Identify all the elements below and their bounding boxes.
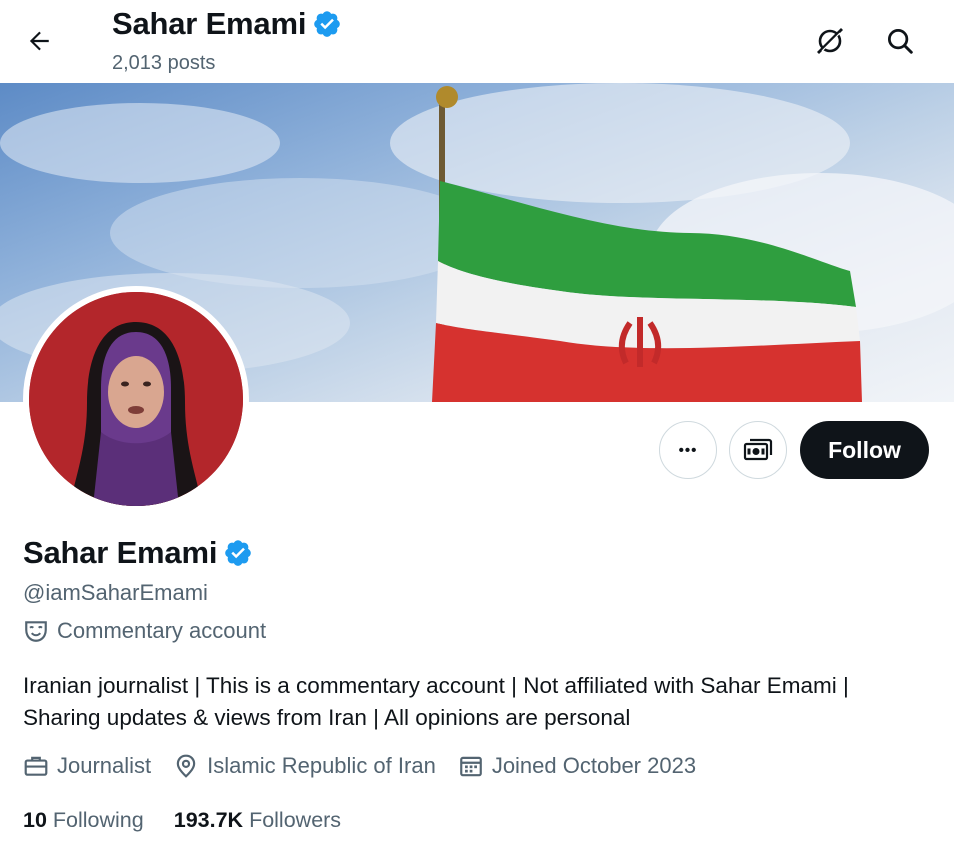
- follow-stats: 10 Following 193.7K Followers: [23, 808, 371, 833]
- following-link[interactable]: 10 Following: [23, 808, 144, 833]
- subscribe-icon: [743, 438, 773, 461]
- back-button[interactable]: [22, 24, 56, 58]
- following-count: 10: [23, 808, 47, 832]
- profile-header: Sahar Emami 2,013 posts: [0, 0, 954, 83]
- account-label-text: Commentary account: [57, 618, 267, 643]
- posts-count: 2,013 posts: [112, 52, 216, 74]
- location-text: Islamic Republic of Iran: [207, 753, 436, 778]
- user-handle: @iamSaharEmami: [23, 580, 208, 605]
- join-date: Joined October 2023: [458, 753, 696, 779]
- search-button[interactable]: [881, 22, 919, 60]
- more-icon: •••: [678, 441, 698, 459]
- followers-label: Followers: [249, 808, 342, 832]
- display-name: Sahar Emami: [23, 535, 218, 570]
- profile-bio: Iranian journalist | This is a commentar…: [23, 670, 943, 734]
- follow-button[interactable]: Follow: [800, 421, 929, 479]
- subscribe-button[interactable]: [729, 421, 787, 479]
- bio-line: Iranian journalist | This is a commentar…: [23, 673, 849, 698]
- more-button[interactable]: •••: [659, 421, 717, 479]
- profile-name-row: Sahar Emami: [23, 535, 253, 571]
- calendar-icon: [459, 756, 482, 777]
- search-icon: [888, 29, 913, 54]
- verified-badge-icon: [314, 11, 341, 37]
- briefcase-icon: [24, 756, 48, 776]
- followers-link[interactable]: 193.7K Followers: [174, 808, 341, 833]
- join-date-text: Joined October 2023: [491, 753, 697, 778]
- theater-mask-icon: [25, 621, 47, 642]
- header-title: Sahar Emami: [112, 6, 342, 42]
- bio-line: Sharing updates & views from Iran | All …: [23, 705, 631, 730]
- profile-meta: Journalist Islamic Republic of Iran Join…: [23, 753, 718, 779]
- location: Islamic Republic of Iran: [173, 753, 436, 779]
- avatar-image: [29, 292, 243, 506]
- account-label[interactable]: Commentary account: [23, 618, 266, 644]
- location-pin-icon: [176, 754, 196, 778]
- followers-count: 193.7K: [173, 808, 244, 832]
- verified-badge-icon[interactable]: [223, 538, 253, 568]
- profession-text: Journalist: [57, 753, 152, 778]
- header-name: Sahar Emami: [112, 6, 307, 41]
- grok-icon: [817, 28, 843, 54]
- grok-button[interactable]: [811, 22, 849, 60]
- arrow-left-icon: [29, 31, 49, 51]
- following-label: Following: [52, 808, 144, 832]
- profession: Journalist: [23, 753, 151, 779]
- profile-avatar[interactable]: [23, 286, 249, 512]
